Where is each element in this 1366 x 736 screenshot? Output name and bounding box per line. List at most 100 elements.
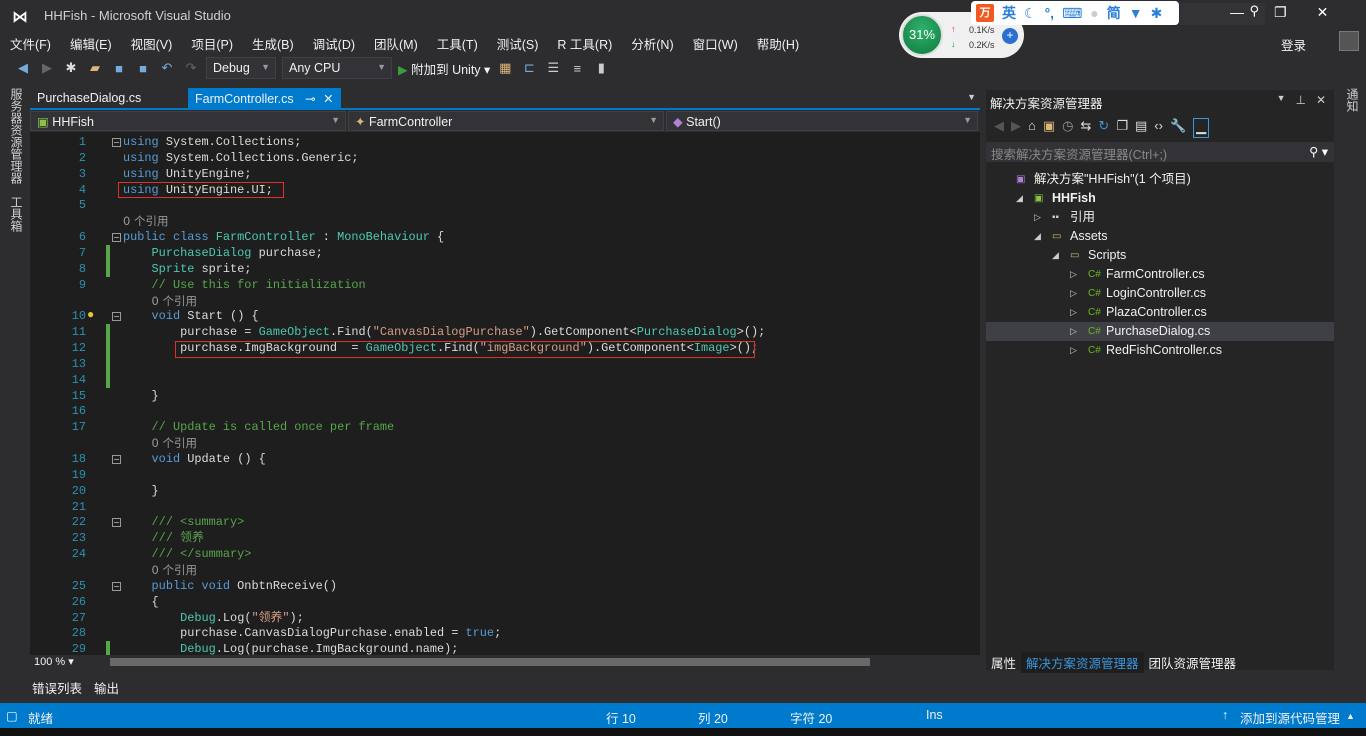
find-in-files-icon[interactable]: ▦ bbox=[496, 60, 514, 76]
add-to-source-control[interactable]: 添加到源代码管理 bbox=[1240, 708, 1340, 727]
back-icon[interactable]: ◀ bbox=[994, 118, 1004, 138]
ime-simplified-toggle[interactable]: 简 bbox=[1107, 3, 1121, 23]
reference-count[interactable]: 0 个引用 bbox=[123, 214, 168, 228]
tree-item[interactable]: ▷ C# RedFishController.cs bbox=[986, 341, 1334, 360]
collapse-all-icon[interactable]: ❐ bbox=[1116, 118, 1128, 138]
tab-solution-explorer[interactable]: 解决方案资源管理器 bbox=[1021, 652, 1144, 673]
show-all-files-icon[interactable]: ▤ bbox=[1135, 118, 1147, 138]
tree-item[interactable]: ▷ C# FarmController.cs bbox=[986, 265, 1334, 284]
back-icon[interactable]: ◀ bbox=[14, 60, 32, 76]
avatar[interactable] bbox=[1339, 31, 1359, 51]
pin-icon[interactable]: ⊸ bbox=[305, 92, 315, 106]
code-editor[interactable]: 1− using System.Collections; 2 using System… bbox=[30, 132, 980, 655]
close-icon[interactable]: ✕ bbox=[1316, 93, 1326, 107]
format-icon[interactable]: ☰ bbox=[544, 60, 562, 76]
tab-output[interactable]: 输出 bbox=[94, 678, 119, 697]
notifications-tab[interactable]: 通知 bbox=[1344, 88, 1361, 112]
expand-toggle-icon[interactable]: ◢ bbox=[1034, 227, 1041, 246]
dropdown-icon[interactable]: ▼ bbox=[1277, 93, 1286, 107]
tab-error-list[interactable]: 错误列表 bbox=[32, 678, 82, 697]
expand-toggle-icon[interactable]: ▷ bbox=[1070, 341, 1077, 360]
menu-item[interactable]: 视图(V) bbox=[131, 32, 173, 52]
expand-toggle-icon[interactable]: ▷ bbox=[1070, 284, 1077, 303]
switch-view-icon[interactable]: ▣ bbox=[1043, 118, 1055, 138]
new-project-icon[interactable]: ✱ bbox=[62, 60, 80, 76]
expand-toggle-icon[interactable]: ▷ bbox=[1070, 303, 1077, 322]
menu-item[interactable]: 帮助(H) bbox=[757, 32, 799, 52]
horizontal-scrollbar[interactable] bbox=[110, 658, 870, 666]
menu-item[interactable]: 团队(M) bbox=[374, 32, 418, 52]
keyboard-icon[interactable]: ⌨ bbox=[1062, 5, 1082, 22]
punctuation-icon[interactable]: °, bbox=[1045, 5, 1055, 21]
pin-icon[interactable]: ⊥ bbox=[1295, 93, 1305, 107]
forward-icon[interactable]: ▶ bbox=[1011, 118, 1021, 138]
save-all-icon[interactable]: ■ bbox=[134, 61, 152, 76]
menu-item[interactable]: 测试(S) bbox=[497, 32, 539, 52]
expand-toggle-icon[interactable]: ▷ bbox=[1034, 208, 1041, 227]
collapse-icon[interactable]: − bbox=[112, 138, 121, 147]
tree-item[interactable]: ◢ ▭ Assets bbox=[986, 227, 1334, 246]
member-dropdown[interactable]: ◆ Start() ▼ bbox=[666, 111, 978, 131]
tab-team-explorer[interactable]: 团队资源管理器 bbox=[1144, 652, 1242, 673]
plus-icon[interactable]: + bbox=[1002, 28, 1018, 44]
home-icon[interactable]: ⌂ bbox=[1028, 118, 1036, 138]
lightbulb-icon[interactable]: ● bbox=[87, 307, 94, 321]
tree-item[interactable]: ▷ C# LoginController.cs bbox=[986, 284, 1334, 303]
reference-count[interactable]: 0 个引用 bbox=[152, 436, 197, 450]
minimize-icon[interactable]: — bbox=[1230, 4, 1244, 21]
step-icon[interactable]: ⊏ bbox=[520, 60, 538, 76]
tree-item[interactable]: ▷ C# PlazaController.cs bbox=[986, 303, 1334, 322]
sync-icon[interactable]: ⇆ bbox=[1081, 118, 1092, 138]
collapse-icon[interactable]: − bbox=[112, 518, 121, 528]
menu-item[interactable]: 工具(T) bbox=[437, 32, 478, 52]
platform-select[interactable]: Any CPU ▼ bbox=[282, 57, 392, 79]
undo-icon[interactable]: ↶ bbox=[158, 60, 176, 76]
pending-changes-icon[interactable]: ◷ bbox=[1062, 118, 1073, 138]
moon-icon[interactable]: ☾ bbox=[1024, 5, 1037, 22]
configuration-select[interactable]: Debug ▼ bbox=[206, 57, 276, 79]
refresh-icon[interactable]: ↻ bbox=[1098, 118, 1109, 138]
preview-icon[interactable]: ▁ bbox=[1193, 118, 1210, 138]
expand-toggle-icon[interactable]: ▷ bbox=[1070, 265, 1077, 284]
toolbox-tab[interactable]: 工具箱 bbox=[8, 196, 25, 232]
reference-count[interactable]: 0 个引用 bbox=[152, 294, 197, 308]
settings-gear-icon[interactable]: ✱ bbox=[1151, 5, 1163, 22]
menu-item[interactable]: R 工具(R) bbox=[557, 32, 612, 52]
login-link[interactable]: 登录 bbox=[1281, 35, 1306, 54]
redo-icon[interactable]: ↷ bbox=[182, 60, 200, 76]
collapse-icon[interactable]: − bbox=[112, 581, 121, 591]
expand-toggle-icon[interactable]: ◢ bbox=[1052, 246, 1059, 265]
restore-icon[interactable]: ❐ bbox=[1274, 4, 1287, 21]
menu-item[interactable]: 编辑(E) bbox=[70, 32, 112, 52]
comment-icon[interactable]: ≡ bbox=[568, 61, 586, 76]
forward-icon[interactable]: ▶ bbox=[38, 60, 56, 76]
menu-item[interactable]: 文件(F) bbox=[10, 32, 51, 52]
save-icon[interactable]: ■ bbox=[110, 61, 128, 76]
solution-search-input[interactable]: 搜索解决方案资源管理器(Ctrl+;) ⚲ ▾ bbox=[986, 142, 1334, 162]
collapse-icon[interactable]: − bbox=[112, 312, 121, 322]
tree-item[interactable]: ▷ ▪▪ 引用 bbox=[986, 208, 1334, 227]
properties-wrench-icon[interactable]: 🔧 bbox=[1170, 118, 1186, 138]
tree-item[interactable]: ◢ ▭ Scripts bbox=[986, 246, 1334, 265]
menu-item[interactable]: 窗口(W) bbox=[693, 32, 738, 52]
tab-overflow-dropdown[interactable]: ▼ bbox=[967, 92, 976, 102]
collapse-icon[interactable]: − bbox=[112, 455, 121, 464]
zoom-level-select[interactable]: 100 % ▾ bbox=[34, 655, 74, 668]
tab-farmcontroller[interactable]: FarmController.cs ⊸ ✕ bbox=[188, 88, 341, 109]
project-dropdown[interactable]: ▣ HHFish ▼ bbox=[30, 111, 346, 131]
tree-item[interactable]: ◢ ▣ HHFish bbox=[986, 189, 1334, 208]
class-dropdown[interactable]: ✦ FarmController ▼ bbox=[348, 111, 664, 131]
open-file-icon[interactable]: ▰ bbox=[86, 60, 104, 76]
reference-count[interactable]: 0 个引用 bbox=[152, 563, 197, 577]
expand-toggle-icon[interactable]: ▷ bbox=[1070, 322, 1077, 341]
menu-item[interactable]: 分析(N) bbox=[631, 32, 673, 52]
tab-properties[interactable]: 属性 bbox=[986, 652, 1021, 673]
expand-toggle-icon[interactable]: ◢ bbox=[1016, 189, 1023, 208]
view-code-icon[interactable]: ‹› bbox=[1154, 118, 1163, 138]
ime-lang-toggle[interactable]: 英 bbox=[1002, 3, 1016, 23]
menu-item[interactable]: 调试(D) bbox=[313, 32, 355, 52]
menu-item[interactable]: 项目(P) bbox=[191, 32, 233, 52]
user-icon[interactable]: ● bbox=[1090, 5, 1098, 21]
tree-item[interactable]: ▣ 解决方案"HHFish"(1 个项目) bbox=[986, 170, 1334, 189]
close-icon[interactable]: ✕ bbox=[1317, 4, 1329, 21]
